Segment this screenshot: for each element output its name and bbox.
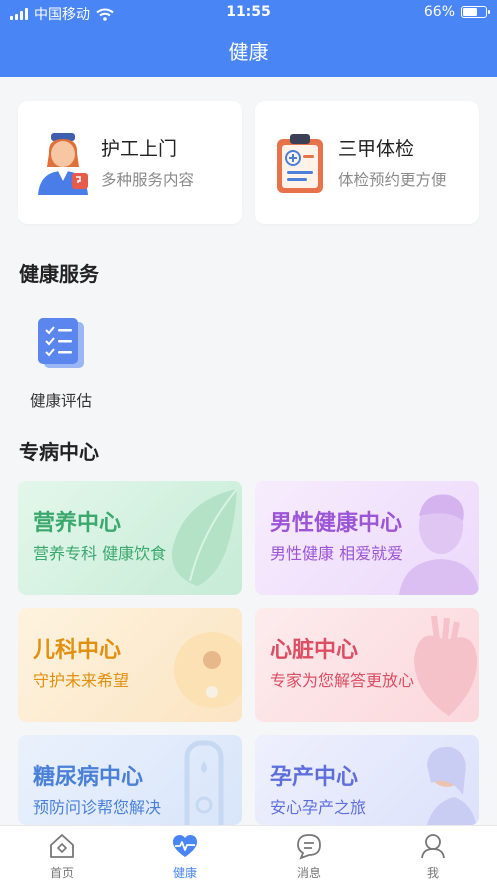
app-header: 中国移动 11:55 66% 健康 bbox=[0, 0, 497, 77]
center-subtitle: 守护未来希望 bbox=[33, 671, 130, 690]
status-bar: 中国移动 11:55 66% bbox=[0, 0, 497, 26]
quick-entry-subtitle: 多种服务内容 bbox=[101, 171, 195, 189]
clipboard-icon bbox=[277, 134, 323, 193]
message-icon bbox=[297, 834, 321, 860]
center-subtitle: 安心孕产之旅 bbox=[270, 798, 367, 817]
quick-entry-nursing[interactable]: 护工上门 多种服务内容 bbox=[18, 101, 242, 224]
center-title: 心脏中心 bbox=[270, 638, 359, 663]
nurse-icon bbox=[38, 133, 88, 195]
heart-icon bbox=[414, 615, 478, 716]
service-label: 健康评估 bbox=[30, 392, 93, 410]
center-card-pediatrics[interactable]: 儿科中心 守护未来希望 bbox=[18, 608, 242, 722]
leaf-icon bbox=[171, 488, 238, 586]
heartbeat-icon bbox=[172, 835, 198, 857]
center-title: 糖尿病中心 bbox=[33, 765, 144, 790]
center-subtitle: 专家为您解答更放心 bbox=[270, 671, 415, 690]
section-title-health-services: 健康服务 bbox=[19, 262, 99, 286]
center-card-nutrition[interactable]: 营养中心 营养专科 健康饮食 bbox=[18, 481, 242, 595]
man-portrait-icon bbox=[399, 494, 479, 595]
tab-label: 首页 bbox=[49, 866, 74, 880]
profile-icon bbox=[421, 834, 445, 859]
center-card-cardiology[interactable]: 心脏中心 专家为您解答更放心 bbox=[255, 608, 479, 722]
tab-messages[interactable]: 消息 bbox=[264, 826, 354, 883]
page-title: 健康 bbox=[228, 40, 269, 64]
quick-entry-subtitle: 体检预约更方便 bbox=[338, 171, 447, 189]
tab-label: 健康 bbox=[172, 866, 197, 880]
center-subtitle: 男性健康 相爱就爱 bbox=[270, 544, 404, 563]
tab-home[interactable]: 首页 bbox=[17, 826, 107, 883]
tab-health[interactable]: 健康 bbox=[140, 826, 230, 883]
center-subtitle: 预防问诊帮您解决 bbox=[33, 798, 162, 817]
clock: 11:55 bbox=[226, 4, 271, 20]
tab-label: 消息 bbox=[296, 866, 321, 880]
center-title: 孕产中心 bbox=[270, 765, 359, 790]
battery-icon bbox=[461, 6, 490, 18]
tab-label: 我 bbox=[426, 866, 439, 880]
home-icon bbox=[50, 834, 74, 858]
center-card-diabetes[interactable]: 糖尿病中心 预防问诊帮您解决 bbox=[18, 735, 242, 825]
center-title: 营养中心 bbox=[33, 511, 122, 536]
center-title: 儿科中心 bbox=[33, 638, 122, 663]
quick-entry-title: 护工上门 bbox=[101, 138, 178, 160]
pregnant-woman-icon bbox=[427, 746, 477, 825]
checklist-icon bbox=[38, 318, 84, 368]
quick-entry-title: 三甲体检 bbox=[338, 138, 415, 160]
center-title: 男性健康中心 bbox=[270, 511, 403, 536]
center-card-maternity[interactable]: 孕产中心 安心孕产之旅 bbox=[255, 735, 479, 825]
tab-bar: 首页 健康 消息 我 bbox=[0, 825, 497, 883]
quick-entry-checkup[interactable]: 三甲体检 体检预约更方便 bbox=[255, 101, 479, 224]
center-card-mens-health[interactable]: 男性健康中心 男性健康 相爱就爱 bbox=[255, 481, 479, 595]
center-subtitle: 营养专科 健康饮食 bbox=[33, 544, 167, 563]
battery-percent: 66% bbox=[423, 4, 455, 20]
section-title-disease-centers: 专病中心 bbox=[19, 440, 99, 464]
baby-icon bbox=[174, 632, 242, 708]
tab-profile[interactable]: 我 bbox=[388, 826, 478, 883]
